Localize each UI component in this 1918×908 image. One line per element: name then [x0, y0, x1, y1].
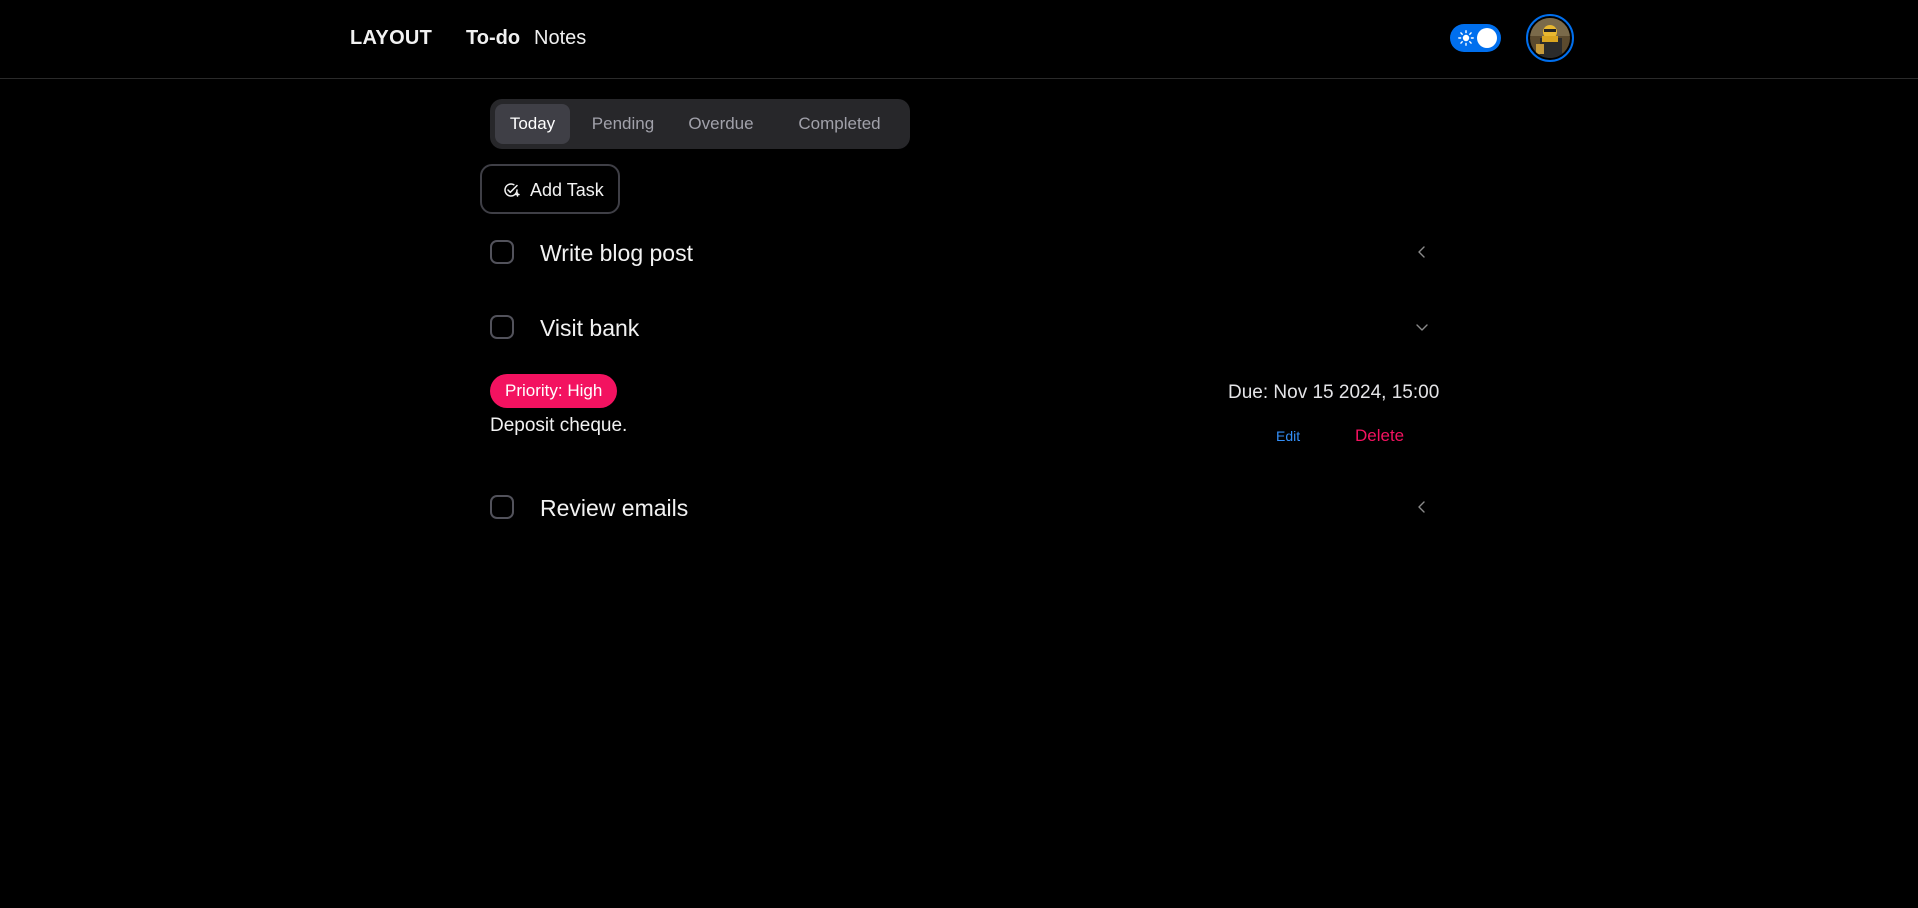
delete-task-button[interactable]: Delete — [1355, 426, 1404, 446]
task-title: Write blog post — [540, 240, 693, 266]
tab-pending[interactable]: Pending — [581, 104, 665, 144]
tab-today[interactable]: Today — [495, 104, 570, 144]
navbar: LAYOUT To-do Notes — [0, 0, 1918, 79]
task-item[interactable]: Visit bank — [490, 307, 1430, 347]
toggle-knob — [1477, 28, 1497, 48]
chevron-left-icon[interactable] — [1414, 244, 1430, 260]
task-due-date: Due: Nov 15 2024, 15:00 — [1228, 382, 1440, 403]
task-item[interactable]: Review emails — [490, 487, 1430, 527]
add-task-button[interactable]: Add Task — [480, 164, 620, 214]
tab-overdue[interactable]: Overdue — [677, 104, 765, 144]
chevron-down-icon[interactable] — [1414, 319, 1430, 335]
tab-completed[interactable]: Completed — [777, 104, 902, 144]
sun-icon — [1458, 30, 1474, 46]
task-checkbox[interactable] — [490, 315, 514, 339]
task-checkbox[interactable] — [490, 495, 514, 519]
edit-task-button[interactable]: Edit — [1276, 428, 1300, 444]
task-title: Visit bank — [540, 315, 640, 341]
chevron-left-icon[interactable] — [1414, 499, 1430, 515]
task-title: Review emails — [540, 495, 689, 521]
task-description: Deposit cheque. — [490, 415, 628, 436]
user-avatar[interactable] — [1526, 14, 1574, 62]
priority-chip: Priority: High — [490, 374, 618, 408]
task-item[interactable]: Write blog post — [490, 232, 1430, 272]
nav-link-notes[interactable]: Notes — [534, 27, 586, 50]
avatar-image — [1530, 18, 1570, 58]
calendar-check-icon — [504, 183, 520, 197]
brand-logo[interactable]: LAYOUT — [350, 27, 432, 50]
add-task-label: Add Task — [530, 180, 604, 200]
nav-link-todo[interactable]: To-do — [466, 27, 520, 50]
theme-toggle[interactable] — [1450, 24, 1501, 52]
task-checkbox[interactable] — [490, 240, 514, 264]
task-filter-tabs: Today Pending Overdue Completed — [490, 99, 910, 149]
